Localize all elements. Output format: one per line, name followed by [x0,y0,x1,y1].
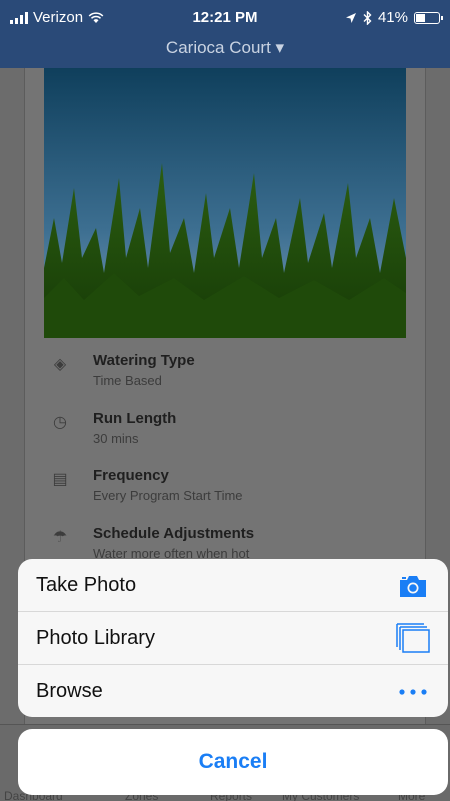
photo-library-button[interactable]: Photo Library [18,612,448,665]
action-label: Photo Library [36,627,155,649]
calendar-list-icon: ▤ [52,471,68,488]
detail-title: Watering Type [93,352,195,369]
detail-title: Run Length [93,410,177,427]
clock-icon: ◷ [53,414,67,431]
camera-icon [400,576,426,597]
site-selector[interactable]: Carioca Court ▾ [0,34,450,68]
status-bar: Verizon 12:21 PM 41% [0,0,450,34]
cancel-button[interactable]: Cancel [18,729,448,795]
more-dots-icon [399,689,427,695]
location-arrow-icon [345,12,356,23]
battery-percent: 41% [377,9,408,26]
detail-value: Time Based [93,373,162,388]
photo-library-icon [396,623,430,653]
action-label: Take Photo [36,574,137,596]
action-label: Browse [36,680,103,702]
photo-action-sheet: Take Photo Photo Library Browse [18,559,448,717]
detail-title: Frequency [93,467,169,484]
tag-icon: ◈ [53,356,67,373]
status-indicators: 41% [345,9,443,26]
battery-icon [414,11,443,24]
browse-button[interactable]: Browse [18,665,448,717]
site-title: Carioca Court [165,38,271,57]
umbrella-icon: ☂ [52,529,68,546]
take-photo-button[interactable]: Take Photo [18,559,448,612]
detail-value: 30 mins [93,431,139,446]
bluetooth-icon [363,10,372,25]
chevron-down-icon: ▾ [275,38,285,57]
detail-value: Every Program Start Time [93,488,243,503]
detail-title: Schedule Adjustments [93,525,255,542]
zone-photo [44,68,406,338]
